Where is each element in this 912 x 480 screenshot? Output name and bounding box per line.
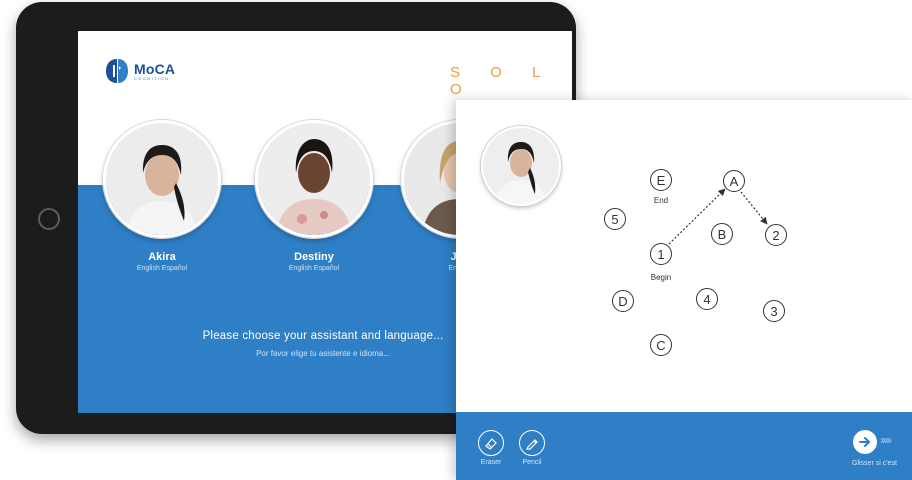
- assistant-name: Akira: [148, 251, 176, 263]
- trail-node-b[interactable]: B: [711, 223, 733, 245]
- arrow-right-icon: [859, 437, 871, 447]
- avatar[interactable]: [103, 120, 221, 238]
- trail-making-test-screen: E End A 5 B 2 1 Begin D 4 3 C Eraser Pen…: [456, 100, 912, 480]
- trail-node-5[interactable]: 5: [604, 208, 626, 230]
- trail-node-2[interactable]: 2: [765, 224, 787, 246]
- eraser-button[interactable]: Eraser: [471, 430, 511, 466]
- trail-path: [668, 188, 768, 245]
- drawing-toolbar: Eraser Pencil ››››› Glisser si c'est: [456, 412, 912, 480]
- trail-node-a[interactable]: A: [723, 170, 745, 192]
- choose-assistant-prompt-es: Por favor elige tu asistente e idioma...: [256, 349, 390, 358]
- trail-node-1[interactable]: 1: [650, 243, 672, 265]
- next-button[interactable]: [853, 430, 877, 454]
- trail-node-4[interactable]: 4: [696, 288, 718, 310]
- assistant-languages[interactable]: English Español: [254, 265, 374, 272]
- trail-node-e[interactable]: E: [650, 169, 672, 191]
- home-button[interactable]: [38, 208, 60, 230]
- moca-brain-icon: [106, 59, 128, 83]
- trail-node-c[interactable]: C: [650, 334, 672, 356]
- eraser-label: Eraser: [480, 459, 502, 466]
- mode-label: S O L O: [450, 64, 553, 98]
- eraser-icon: [478, 430, 504, 456]
- next-label: Glisser si c'est: [852, 460, 897, 467]
- pencil-label: Pencil: [522, 459, 542, 466]
- assistant-name: Destiny: [294, 251, 334, 263]
- end-caption: End: [653, 196, 669, 205]
- logo-name: MoCA: [134, 60, 176, 77]
- avatar[interactable]: [255, 120, 373, 238]
- trail-node-d[interactable]: D: [612, 290, 634, 312]
- logo-subtitle: COGNITION: [134, 75, 170, 81]
- path-segment: [740, 191, 768, 225]
- assistant-languages[interactable]: English Español: [102, 265, 222, 272]
- moca-logo: MoCA COGNITION: [104, 57, 175, 85]
- swipe-chevrons-icon: ›››››: [880, 433, 892, 447]
- pencil-button[interactable]: Pencil: [512, 430, 552, 466]
- choose-assistant-prompt: Please choose your assistant and languag…: [202, 330, 444, 342]
- pencil-icon: [519, 430, 545, 456]
- assistant-destiny[interactable]: Destiny English Español: [254, 120, 374, 272]
- trail-node-3[interactable]: 3: [763, 300, 785, 322]
- begin-caption: Begin: [650, 273, 672, 282]
- assistant-akira[interactable]: Akira English Español: [102, 120, 222, 272]
